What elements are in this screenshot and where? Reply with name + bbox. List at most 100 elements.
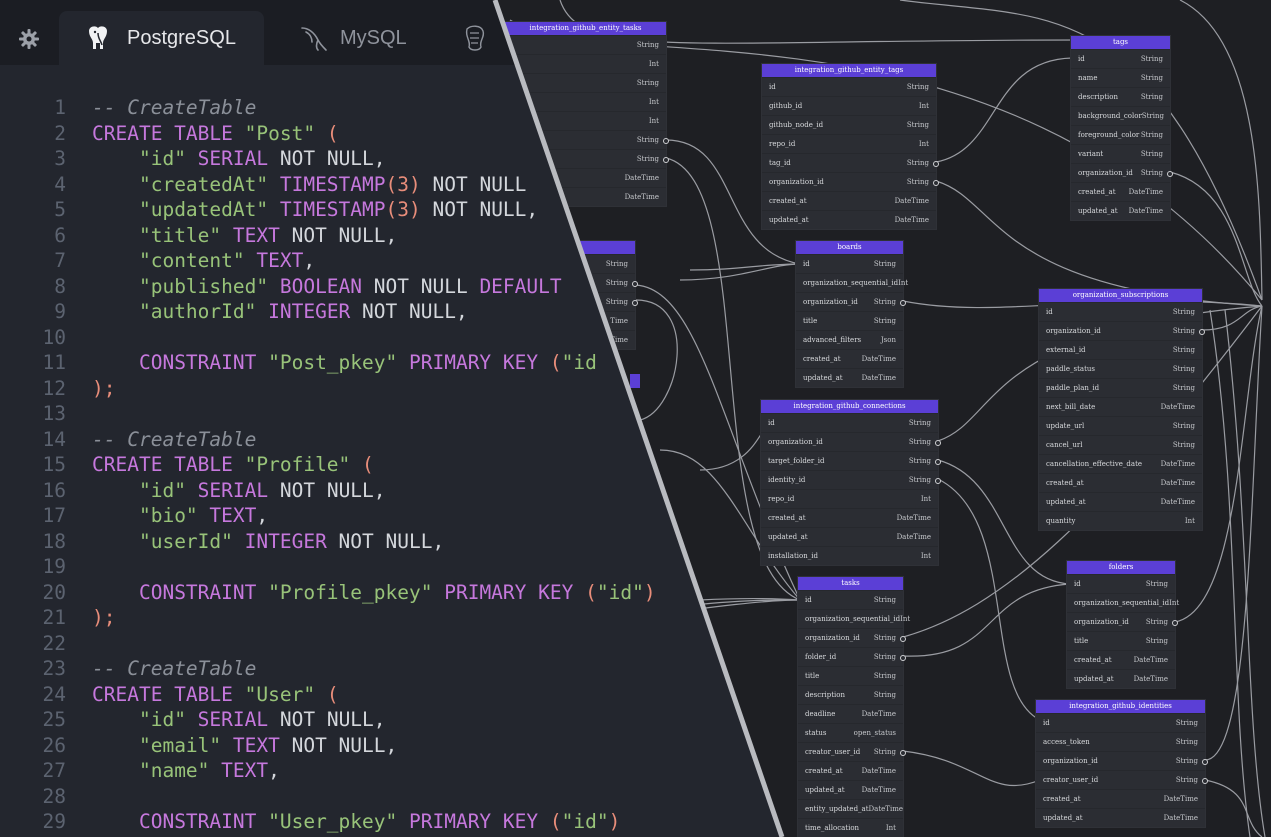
tab-mysql[interactable]: MySQL xyxy=(280,11,450,65)
table-column-row[interactable]: quantity Int xyxy=(1039,511,1202,530)
table-column-row[interactable]: created_at DateTime xyxy=(1039,473,1202,492)
table-column-row[interactable]: created_at DateTime xyxy=(761,508,938,527)
tab-postgresql[interactable]: PostgreSQL xyxy=(59,11,264,65)
table-column-row[interactable]: organization_id String xyxy=(1071,163,1173,182)
table-column-row[interactable]: repo_id Int xyxy=(761,489,938,508)
table-header[interactable]: organization_subscriptions xyxy=(1039,289,1202,302)
code-token: TEXT xyxy=(221,733,280,757)
table-column-row[interactable]: created_at DateTime xyxy=(798,761,903,780)
table-column-row[interactable]: id String xyxy=(798,590,903,609)
table-column-row[interactable]: updated_at DateTime xyxy=(762,210,936,229)
table-header[interactable]: tags xyxy=(1071,36,1170,49)
column-name: updated_at xyxy=(803,374,843,382)
table-integration-github-identities[interactable]: integration_github_identities id String acc… xyxy=(1036,700,1208,827)
table-boards[interactable]: boards id String organization_sequential_id… xyxy=(796,241,908,387)
table-column-row[interactable]: entity_updated_at DateTime xyxy=(798,799,903,818)
table-integration-github-entity-tags[interactable]: integration_github_entity_tags id String gi… xyxy=(762,64,939,229)
column-type: DateTime xyxy=(1160,460,1195,468)
table-column-row[interactable]: title String xyxy=(1067,631,1175,650)
table-column-row[interactable]: organization_id String xyxy=(798,628,906,647)
code-text: "id" SERIAL NOT NULL, xyxy=(92,707,386,733)
column-type: String xyxy=(873,317,896,325)
table-column-row[interactable]: title String xyxy=(798,666,903,685)
table-column-row[interactable]: Int xyxy=(505,54,666,73)
table-column-row[interactable]: repo_id Int xyxy=(762,134,936,153)
table-column-row[interactable]: paddle_plan_id String xyxy=(1039,378,1202,397)
table-column-row[interactable]: updated_at DateTime xyxy=(1039,492,1202,511)
table-column-row[interactable]: created_at DateTime xyxy=(1071,182,1170,201)
table-column-row[interactable]: foreground_color String xyxy=(1071,125,1170,144)
table-column-row[interactable]: created_at DateTime xyxy=(1067,650,1175,669)
table-column-row[interactable]: cancellation_effective_date DateTime xyxy=(1039,454,1202,473)
table-column-row[interactable]: updated_at DateTime xyxy=(1036,808,1205,827)
table-tasks[interactable]: tasks id String organization_sequential_id I… xyxy=(798,577,910,837)
table-column-row[interactable]: created_at DateTime xyxy=(1036,789,1205,808)
column-name: foreground_color xyxy=(1078,131,1140,139)
table-column-row[interactable]: String xyxy=(505,73,666,92)
table-column-row[interactable]: updated_at DateTime xyxy=(1067,669,1175,688)
table-column-row[interactable]: id String xyxy=(761,413,938,432)
table-column-row[interactable]: organization_id String xyxy=(762,172,939,191)
table-column-row[interactable]: updated_at DateTime xyxy=(761,527,938,546)
table-column-row[interactable]: next_bill_date DateTime xyxy=(1039,397,1202,416)
table-column-row[interactable]: target_folder_id String xyxy=(761,451,941,470)
table-column-row[interactable]: organization_sequential_id Int xyxy=(798,609,910,628)
table-column-row[interactable]: identity_id String xyxy=(761,470,941,489)
code-token: "bio" xyxy=(138,504,198,527)
table-column-row[interactable]: github_id Int xyxy=(762,96,936,115)
table-column-row[interactable]: id String xyxy=(1067,574,1175,593)
table-header[interactable]: integration_github_identities xyxy=(1036,700,1205,713)
table-column-row[interactable]: access_token String xyxy=(1036,732,1205,751)
table-column-row[interactable]: description String xyxy=(798,685,903,704)
table-tags[interactable]: tags id String name String description String b… xyxy=(1071,36,1173,220)
table-column-row[interactable]: organization_id String xyxy=(796,292,906,311)
table-organization-subscriptions[interactable]: organization_subscriptions id String organi… xyxy=(1039,289,1205,530)
table-column-row[interactable]: title String xyxy=(796,311,903,330)
gear-icon[interactable] xyxy=(17,27,41,51)
table-header[interactable]: integration_github_entity_tasks xyxy=(505,22,666,35)
table-column-row[interactable]: tag_id String xyxy=(762,153,939,172)
table-column-row[interactable]: status open_status xyxy=(798,723,903,742)
table-header[interactable]: folders xyxy=(1067,561,1175,574)
table-column-row[interactable]: background_color String xyxy=(1071,106,1170,125)
table-column-row[interactable]: variant String xyxy=(1071,144,1170,163)
table-column-row[interactable]: created_at DateTime xyxy=(796,349,903,368)
table-header[interactable]: integration_github_entity_tags xyxy=(762,64,936,77)
table-column-row[interactable]: organization_id String xyxy=(1036,751,1208,770)
table-column-row[interactable]: external_id String xyxy=(1039,340,1202,359)
table-column-row[interactable]: id String xyxy=(796,254,903,273)
table-integration-github-connections[interactable]: integration_github_connections id String or… xyxy=(761,400,941,565)
table-column-row[interactable]: creator_user_id String xyxy=(1036,770,1208,789)
table-column-row[interactable]: update_url String xyxy=(1039,416,1202,435)
table-header[interactable]: boards xyxy=(796,241,903,254)
code-token: "name" xyxy=(138,759,210,782)
table-column-row[interactable]: cancel_url String xyxy=(1039,435,1202,454)
table-column-row[interactable]: folder_id String xyxy=(798,647,906,666)
table-column-row[interactable]: organization_sequential_id Int xyxy=(796,273,908,292)
table-column-row[interactable]: name String xyxy=(1071,68,1170,87)
table-column-row[interactable]: organization_sequential_id Int xyxy=(1067,593,1179,612)
table-column-row[interactable]: github_node_id String xyxy=(762,115,936,134)
table-column-row[interactable]: organization_id String xyxy=(1039,321,1205,340)
table-column-row[interactable]: installation_id Int xyxy=(761,546,938,565)
table-column-row[interactable]: id String xyxy=(1039,302,1202,321)
table-column-row[interactable]: deadline DateTime xyxy=(798,704,903,723)
table-column-row[interactable]: creator_user_id String xyxy=(798,742,906,761)
table-header[interactable]: integration_github_connections xyxy=(761,400,938,413)
table-column-row[interactable]: id String xyxy=(762,77,936,96)
table-column-row[interactable]: advanced_filters Json xyxy=(796,330,903,349)
table-column-row[interactable]: id String xyxy=(1036,713,1205,732)
table-column-row[interactable]: id String xyxy=(1071,49,1170,68)
table-column-row[interactable]: time_allocation Int xyxy=(798,818,903,837)
table-column-row[interactable]: String xyxy=(505,35,666,54)
table-column-row[interactable]: organization_id String xyxy=(1067,612,1178,631)
table-column-row[interactable]: paddle_status String xyxy=(1039,359,1202,378)
table-column-row[interactable]: updated_at DateTime xyxy=(1071,201,1170,220)
table-column-row[interactable]: description String xyxy=(1071,87,1170,106)
table-column-row[interactable]: updated_at DateTime xyxy=(796,368,903,387)
table-column-row[interactable]: updated_at DateTime xyxy=(798,780,903,799)
table-folders[interactable]: folders id String organization_sequential_i… xyxy=(1067,561,1179,688)
table-header[interactable]: tasks xyxy=(798,577,903,590)
table-column-row[interactable]: organization_id String xyxy=(761,432,941,451)
table-column-row[interactable]: created_at DateTime xyxy=(762,191,936,210)
